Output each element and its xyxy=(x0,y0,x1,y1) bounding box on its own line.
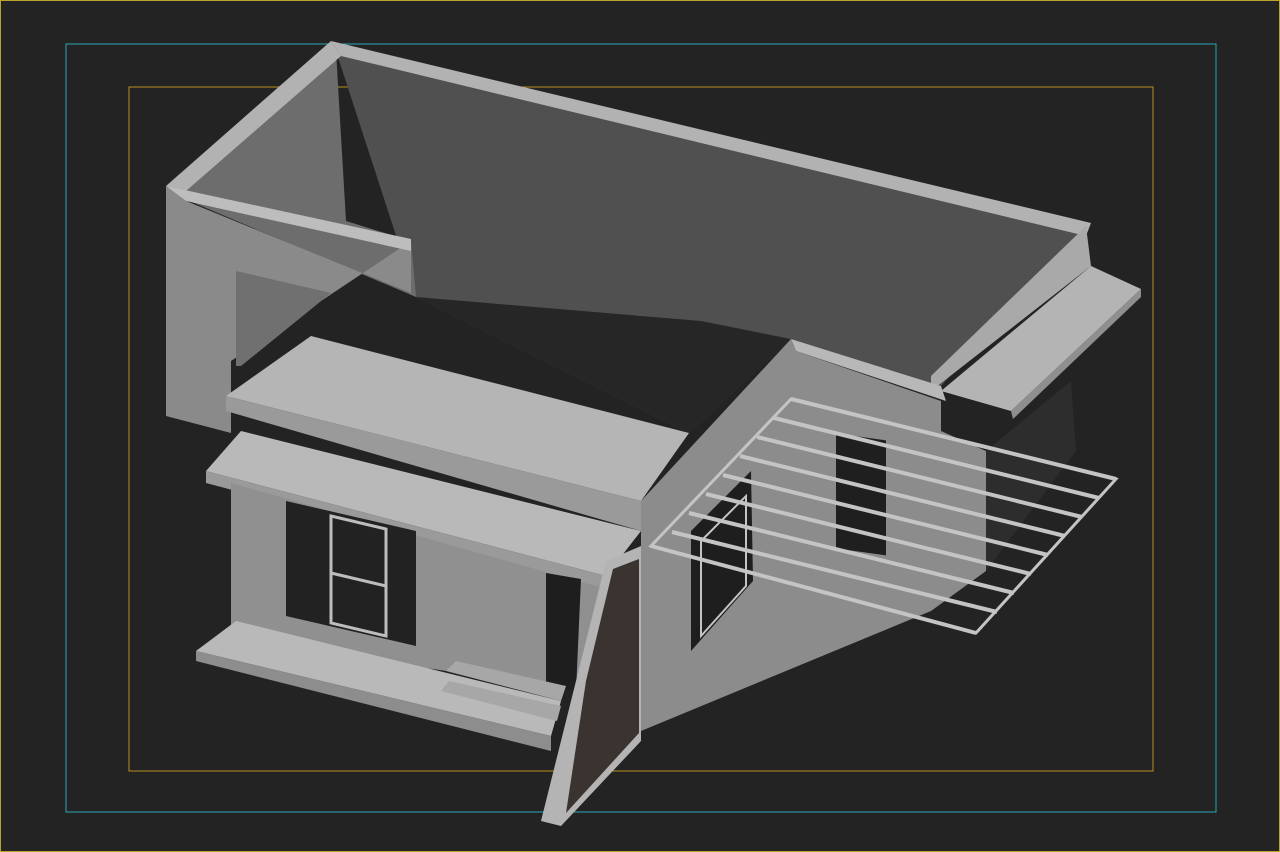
door-opening xyxy=(546,573,581,691)
scene-svg[interactable] xyxy=(1,1,1280,852)
3d-viewport[interactable] xyxy=(0,0,1280,852)
